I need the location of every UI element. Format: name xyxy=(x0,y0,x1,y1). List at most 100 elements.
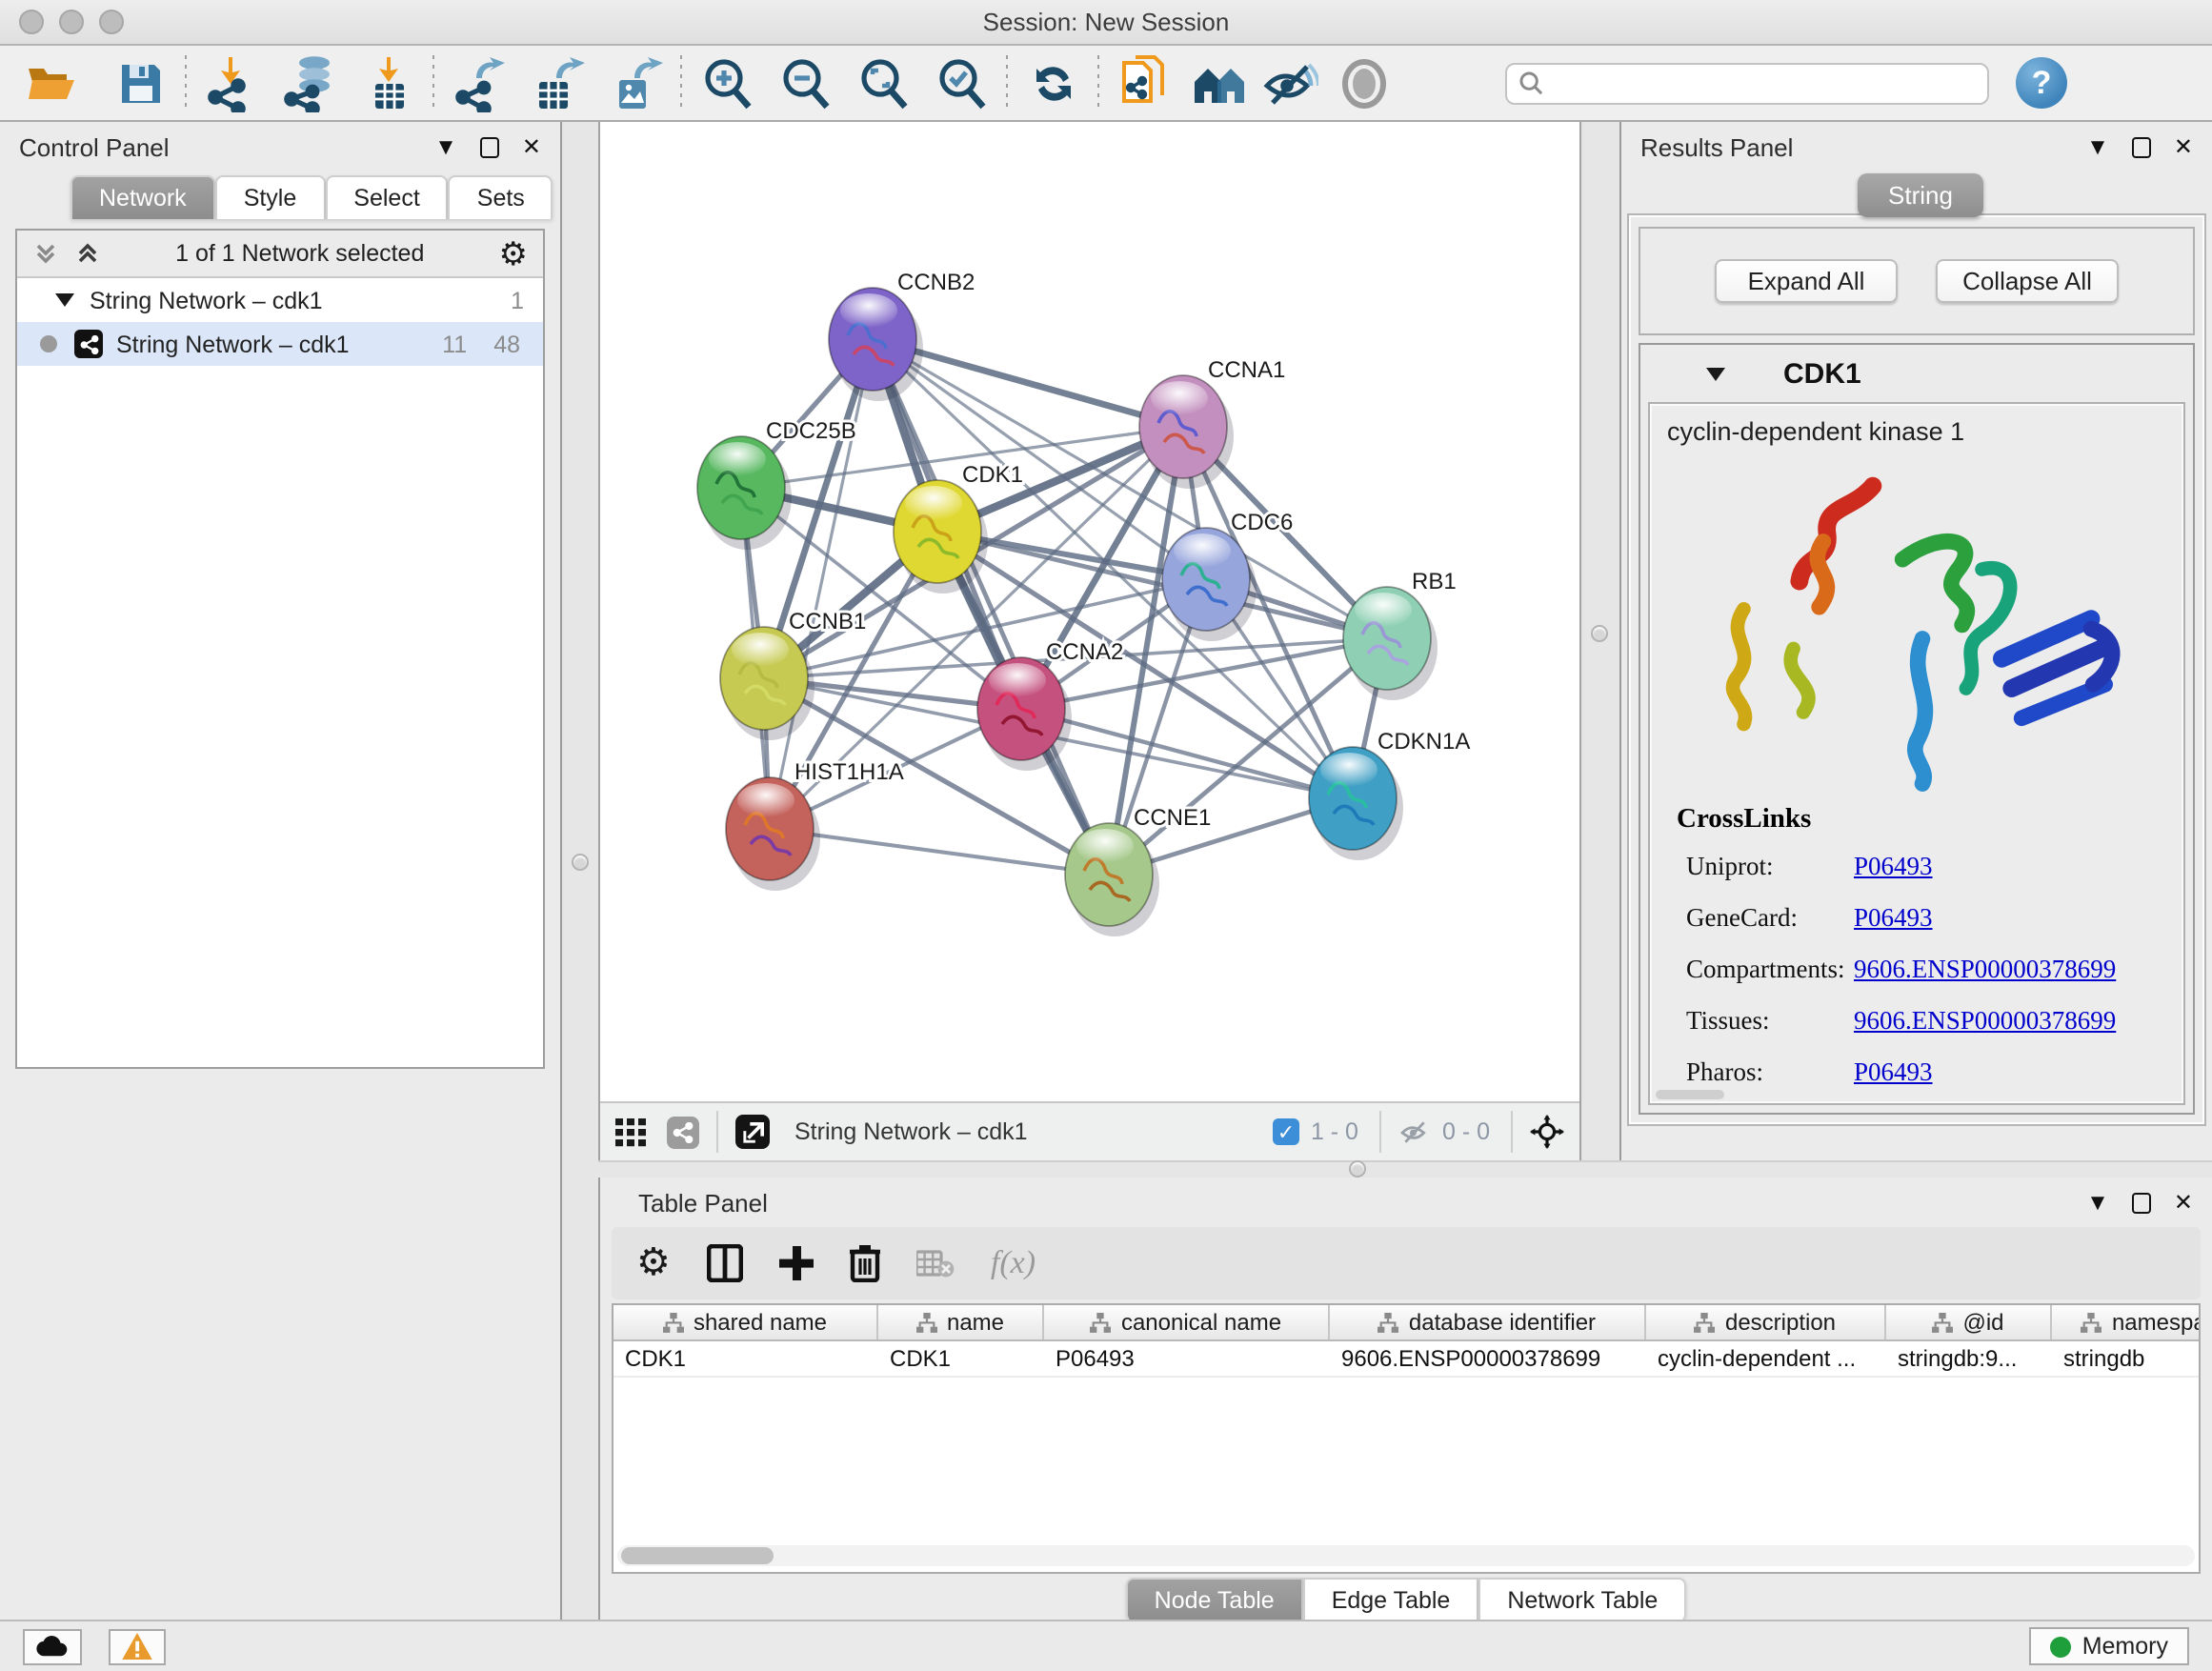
table-cell[interactable]: stringdb xyxy=(2052,1341,2201,1376)
network-node-ccnb2[interactable]: CCNB2 xyxy=(829,270,975,401)
column-header-shared-name[interactable]: shared name xyxy=(613,1305,878,1339)
table-cell[interactable]: CDK1 xyxy=(613,1341,878,1376)
zoom-out-button[interactable] xyxy=(774,51,836,114)
import-network-from-database-button[interactable] xyxy=(278,51,341,114)
panel-menu-icon[interactable]: ▼ xyxy=(2086,135,2109,158)
help-button[interactable]: ? xyxy=(2016,57,2067,109)
export-network-button[interactable] xyxy=(448,51,511,114)
open-session-button[interactable] xyxy=(19,51,82,114)
network-edge[interactable] xyxy=(770,829,1109,875)
zoom-selected-button[interactable] xyxy=(930,51,993,114)
hide-selected-button[interactable] xyxy=(1257,51,1320,114)
table-hscrollbar[interactable] xyxy=(617,1545,2195,1566)
export-table-button[interactable] xyxy=(526,51,589,114)
float-panel-icon[interactable] xyxy=(480,136,499,157)
splitter-handle[interactable] xyxy=(1591,625,1608,642)
expand-all-icon[interactable] xyxy=(74,240,101,267)
table-cell[interactable]: CDK1 xyxy=(878,1341,1044,1376)
first-neighbors-button[interactable] xyxy=(1187,51,1250,114)
delete-column-icon[interactable] xyxy=(850,1244,880,1282)
network-node-hist1h1a[interactable]: HIST1H1A xyxy=(726,759,904,891)
warnings-button[interactable] xyxy=(109,1628,166,1664)
close-panel-icon[interactable]: ✕ xyxy=(522,135,541,158)
tab-node-table[interactable]: Node Table xyxy=(1126,1578,1303,1621)
show-graphics-details-button[interactable] xyxy=(1332,51,1395,114)
network-view-icon[interactable] xyxy=(667,1116,699,1148)
float-panel-icon[interactable] xyxy=(2132,1192,2151,1213)
crosslink-link[interactable]: 9606.ENSP00000378699 xyxy=(1854,954,2116,984)
horizontal-splitter[interactable] xyxy=(598,1160,2212,1178)
network-row[interactable]: String Network – cdk1 11 48 xyxy=(17,322,543,366)
gear-icon[interactable]: ⚙ xyxy=(499,237,529,270)
network-collection-row[interactable]: String Network – cdk1 1 xyxy=(17,278,543,322)
results-scrollbar-thumb[interactable] xyxy=(1656,1090,1724,1099)
table-hscrollbar-thumb[interactable] xyxy=(621,1547,774,1564)
network-node-ccna1[interactable]: CCNA1 xyxy=(1139,357,1285,489)
panel-menu-icon[interactable]: ▼ xyxy=(2086,1191,2109,1214)
crosslink-link[interactable]: 9606.ENSP00000378699 xyxy=(1854,1005,2116,1036)
column-header-database-identifier[interactable]: database identifier xyxy=(1330,1305,1646,1339)
network-graph[interactable]: CCNB2CCNA1CDC25BCDK1CDC6RB1CCNB1CCNA2CDK… xyxy=(600,122,1579,1099)
selected-indicator-checkbox[interactable]: ✓ xyxy=(1273,1118,1299,1145)
crosslink-link[interactable]: P06493 xyxy=(1854,851,1933,881)
tab-sets[interactable]: Sets xyxy=(449,175,553,219)
section-expander-icon[interactable] xyxy=(1705,365,1726,382)
table-row[interactable]: CDK1CDK1P064939606.ENSP00000378699cyclin… xyxy=(613,1341,2199,1378)
refresh-button[interactable] xyxy=(1021,51,1084,114)
column-header-canonical-name[interactable]: canonical name xyxy=(1044,1305,1330,1339)
vertical-splitter-right[interactable] xyxy=(1583,122,1619,1160)
network-canvas[interactable]: CCNB2CCNA1CDC25BCDK1CDC6RB1CCNB1CCNA2CDK… xyxy=(598,122,1581,1160)
add-column-icon[interactable] xyxy=(779,1246,814,1280)
tab-edge-table[interactable]: Edge Table xyxy=(1303,1578,1479,1621)
tab-select[interactable]: Select xyxy=(325,175,449,219)
close-panel-icon[interactable]: ✕ xyxy=(2174,135,2193,158)
import-network-button[interactable] xyxy=(200,51,263,114)
table-settings-gear-icon[interactable]: ⚙ xyxy=(636,1244,671,1282)
pan-crosshair-icon[interactable] xyxy=(1530,1115,1564,1149)
column-header--id[interactable]: @id xyxy=(1886,1305,2052,1339)
float-panel-icon[interactable] xyxy=(2132,136,2151,157)
show-columns-icon[interactable] xyxy=(707,1244,743,1282)
export-image-button[interactable] xyxy=(604,51,667,114)
detach-view-icon[interactable] xyxy=(735,1115,770,1149)
tree-expander-icon[interactable] xyxy=(55,292,74,309)
close-panel-icon[interactable]: ✕ xyxy=(2174,1191,2193,1214)
table-cell[interactable]: P06493 xyxy=(1044,1341,1330,1376)
network-edge[interactable] xyxy=(873,339,1109,875)
tab-string[interactable]: String xyxy=(1858,173,1983,217)
search-field[interactable] xyxy=(1505,62,1989,104)
table-cell[interactable]: cyclin-dependent ... xyxy=(1646,1341,1886,1376)
collapse-all-button[interactable]: Collapse All xyxy=(1936,259,2119,303)
cloud-status-button[interactable] xyxy=(23,1628,82,1664)
table-cell[interactable]: stringdb:9... xyxy=(1886,1341,2052,1376)
network-node-cdkn1a[interactable]: CDKN1A xyxy=(1309,729,1470,860)
zoom-fit-button[interactable] xyxy=(852,51,915,114)
crosslink-link[interactable]: P06493 xyxy=(1854,902,1933,933)
tab-style[interactable]: Style xyxy=(215,175,326,219)
zoom-in-button[interactable] xyxy=(695,51,758,114)
gene-section-header[interactable]: CDK1 xyxy=(1640,345,2193,402)
import-table-button[interactable] xyxy=(356,51,419,114)
vertical-splitter-left[interactable] xyxy=(564,122,598,1620)
splitter-handle[interactable] xyxy=(572,854,589,871)
clone-network-button[interactable] xyxy=(1113,51,1176,114)
collapse-all-icon[interactable] xyxy=(32,240,59,267)
network-node-rb1[interactable]: RB1 xyxy=(1343,569,1457,700)
network-edge[interactable] xyxy=(770,339,873,829)
search-input[interactable] xyxy=(1551,68,1976,98)
save-session-button[interactable] xyxy=(109,51,171,114)
tab-network[interactable]: Network xyxy=(70,175,215,219)
table-cell[interactable]: 9606.ENSP00000378699 xyxy=(1330,1341,1646,1376)
node-label: CCNA2 xyxy=(1046,639,1123,665)
column-header-name[interactable]: name xyxy=(878,1305,1044,1339)
expand-all-button[interactable]: Expand All xyxy=(1715,259,1898,303)
node-table[interactable]: shared namenamecanonical namedatabase id… xyxy=(612,1303,2201,1574)
panel-menu-icon[interactable]: ▼ xyxy=(434,135,457,158)
grid-view-icon[interactable] xyxy=(615,1117,650,1146)
memory-button[interactable]: Memory xyxy=(2029,1627,2189,1665)
splitter-handle[interactable] xyxy=(1349,1160,1366,1178)
column-header-namespace[interactable]: namespace xyxy=(2052,1305,2201,1339)
tab-network-table[interactable]: Network Table xyxy=(1478,1578,1686,1621)
column-header-description[interactable]: description xyxy=(1646,1305,1886,1339)
crosslink-link[interactable]: P06493 xyxy=(1854,1057,1933,1087)
